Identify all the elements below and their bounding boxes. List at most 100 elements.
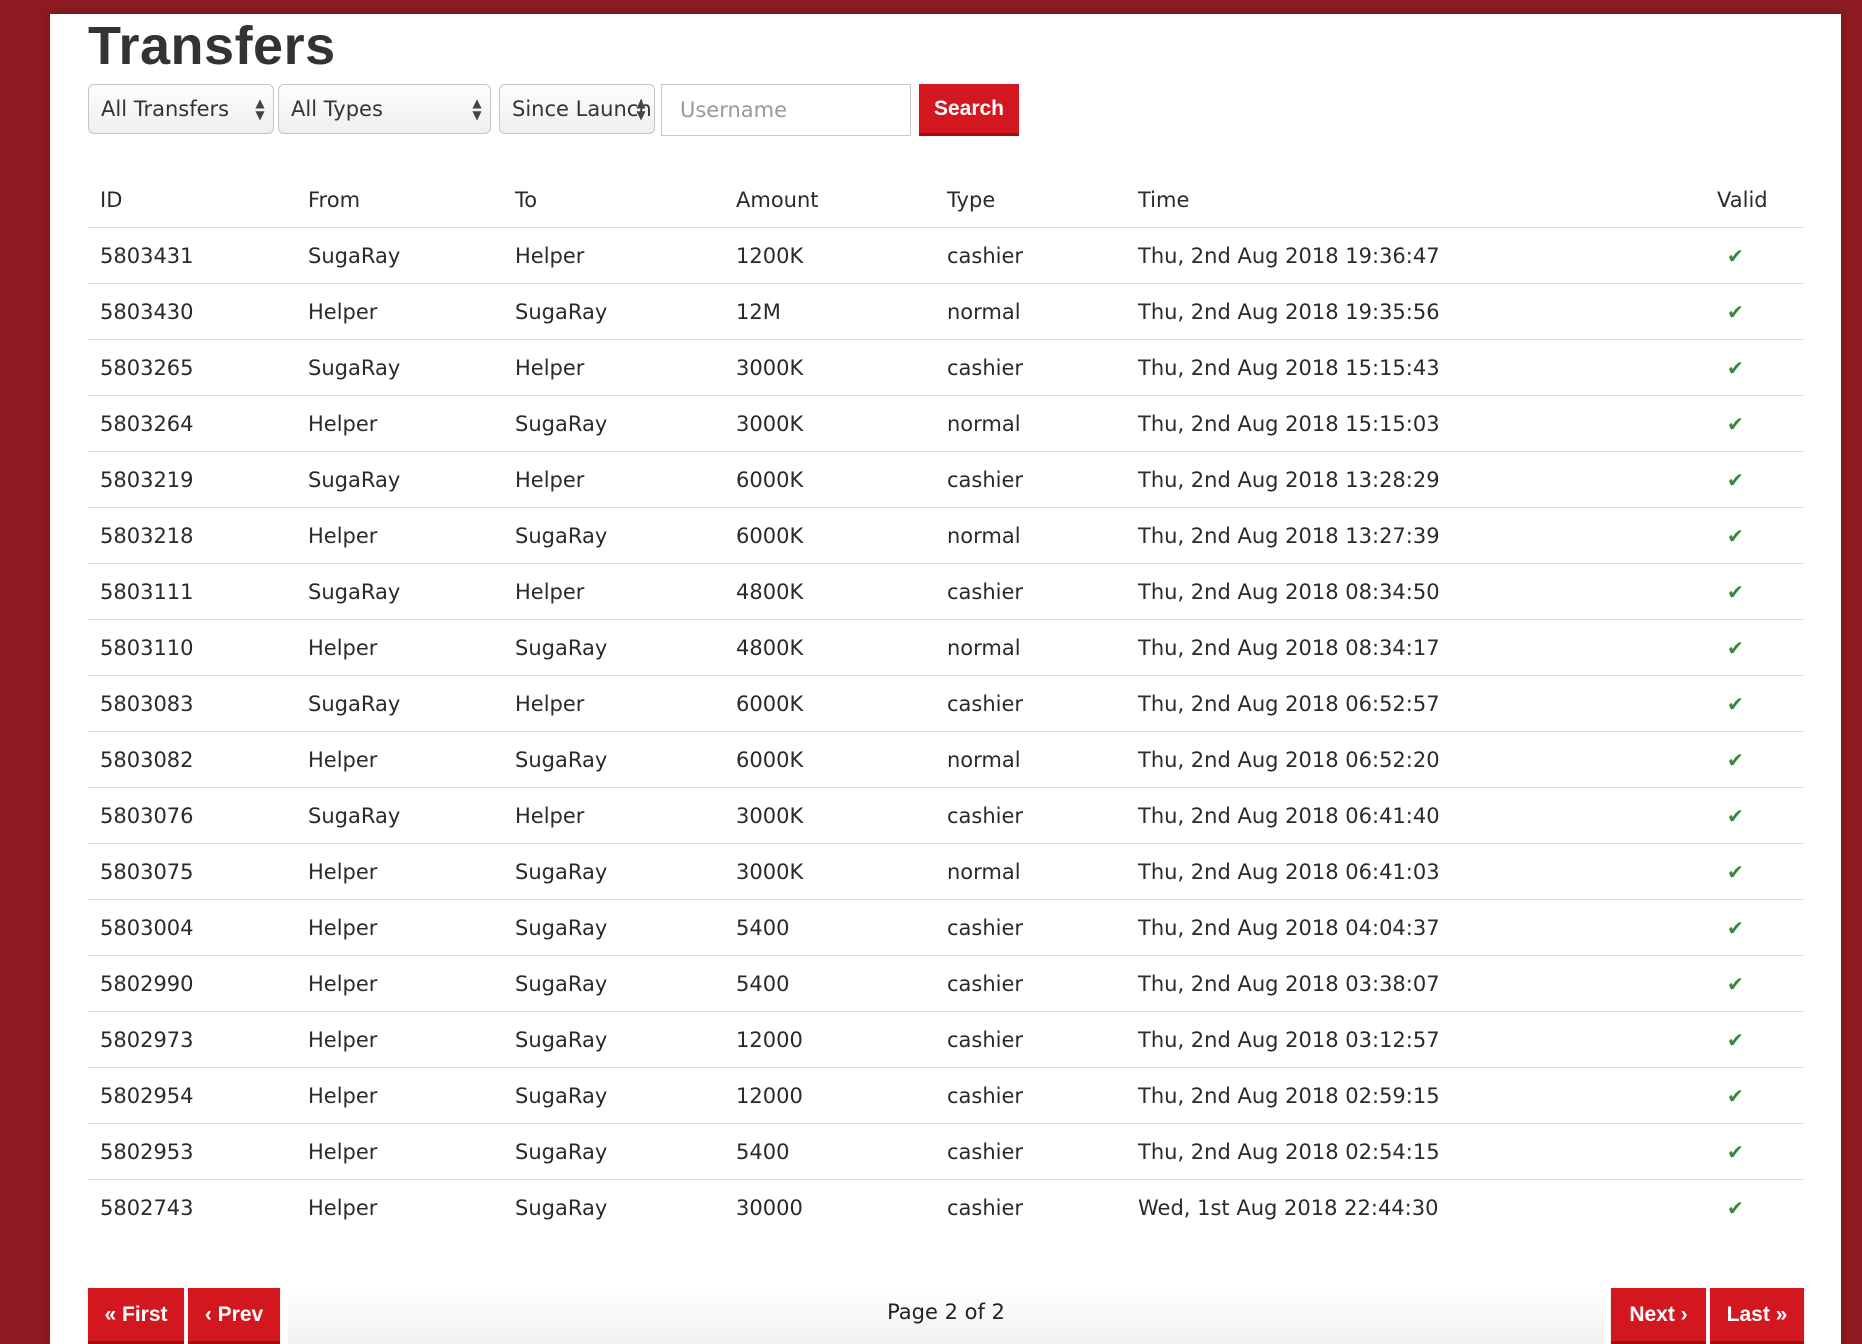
search-button[interactable]: Search: [919, 84, 1019, 136]
username-placeholder: Username: [680, 98, 788, 122]
cell-time: Thu, 2nd Aug 2018 15:15:43: [1126, 339, 1705, 396]
cell-type: cashier: [947, 1195, 1024, 1220]
cell-to: SugaRay: [503, 955, 724, 1012]
transfers-filter-value: All Transfers: [101, 97, 230, 121]
cell-to: Helper: [503, 563, 724, 620]
prev-page-button[interactable]: ‹ Prev: [188, 1288, 280, 1344]
cell-amount: 3000K: [724, 843, 935, 900]
cell-amount: 3000K: [724, 339, 935, 396]
cell-valid: ✔: [1705, 339, 1804, 396]
period-filter-select[interactable]: Since Launch ▲ ▼: [499, 84, 655, 134]
cell-to: SugaRay: [503, 619, 724, 676]
cell-time: Thu, 2nd Aug 2018 03:12:57: [1126, 1011, 1705, 1068]
cell-from: Helper: [296, 899, 503, 956]
cell-amount: 4800K: [724, 563, 935, 620]
cell-valid: ✔: [1705, 1180, 1804, 1236]
cell-time: Thu, 2nd Aug 2018 02:54:15: [1126, 1123, 1705, 1180]
cell-amount: 30000: [736, 1195, 803, 1220]
cell-time: Thu, 2nd Aug 2018 19:35:56: [1126, 283, 1705, 340]
cell-valid: ✔: [1705, 1067, 1804, 1124]
transfers-table: ID From To Amount Type Time Valid 580343…: [88, 172, 1804, 1235]
cell-type: cashier: [935, 899, 1126, 956]
cell-id: 5803082: [88, 731, 296, 788]
check-icon: ✔: [1727, 1083, 1744, 1108]
cell-valid: ✔: [1705, 1011, 1804, 1068]
cell-type: cashier: [935, 1011, 1126, 1068]
cell-valid: ✔: [1705, 675, 1804, 732]
cell-id: 5803218: [88, 507, 296, 564]
cell-amount: 12M: [724, 283, 935, 340]
cell-time: Thu, 2nd Aug 2018 19:36:47: [1126, 227, 1705, 284]
types-filter-value: All Types: [291, 97, 383, 121]
cell-id: 5803264: [88, 395, 296, 452]
cell-from: Helper: [296, 507, 503, 564]
cell-valid: ✔: [1705, 283, 1804, 340]
cell-type: cashier: [935, 955, 1126, 1012]
cell-time: Thu, 2nd Aug 2018 02:59:15: [1126, 1067, 1705, 1124]
cell-type: normal: [935, 507, 1126, 564]
check-icon: ✔: [1727, 747, 1744, 772]
cell-type: normal: [935, 395, 1126, 452]
cell-type: normal: [935, 619, 1126, 676]
cell-valid: ✔: [1705, 899, 1804, 956]
table-row: 5803076 SugaRay Helper 3000K cashier Thu, 2nd…: [88, 787, 1804, 844]
cell-from: Helper: [296, 1067, 503, 1124]
cell-valid: ✔: [1705, 619, 1804, 676]
cell-type: normal: [935, 731, 1126, 788]
cell-id: 5803004: [88, 899, 296, 956]
cell-type: cashier: [935, 451, 1126, 508]
cell-amount: 3000K: [724, 787, 935, 844]
transfers-filter-select[interactable]: All Transfers ▲ ▼: [88, 84, 274, 134]
cell-time: Thu, 2nd Aug 2018 15:15:03: [1126, 395, 1705, 452]
check-icon: ✔: [1727, 915, 1744, 940]
types-filter-select[interactable]: All Types ▲ ▼: [278, 84, 491, 134]
cell-time: Wed, 1st Aug 2018 22:44:30: [1138, 1195, 1439, 1220]
next-page-button[interactable]: Next ›: [1611, 1288, 1706, 1344]
cell-amount: 6000K: [724, 507, 935, 564]
cell-to: Helper: [503, 227, 724, 284]
cell-valid: ✔: [1705, 1123, 1804, 1180]
cell-amount: 5400: [724, 955, 935, 1012]
cell-id: 5803431: [88, 227, 296, 284]
check-icon: ✔: [1727, 635, 1744, 660]
table-row: 5803430 Helper SugaRay 12M normal Thu, 2nd Au…: [88, 283, 1804, 340]
last-page-button[interactable]: Last »: [1710, 1288, 1804, 1344]
table-row: 5802954 Helper SugaRay 12000 cashier Thu, 2nd…: [88, 1067, 1804, 1124]
table-row: 5803265 SugaRay Helper 3000K cashier Thu, 2nd…: [88, 339, 1804, 396]
check-icon: ✔: [1727, 355, 1744, 380]
cell-amount: 6000K: [724, 731, 935, 788]
cell-to: SugaRay: [503, 1067, 724, 1124]
check-icon: ✔: [1727, 1139, 1744, 1164]
table-row: 5802953 Helper SugaRay 5400 cashier Thu, 2nd …: [88, 1123, 1804, 1180]
username-input[interactable]: Username: [661, 84, 911, 136]
table-row: 5803431 SugaRay Helper 1200K cashier Thu, 2nd…: [88, 227, 1804, 284]
cell-id: 5803075: [88, 843, 296, 900]
table-row: 5803110 Helper SugaRay 4800K normal Thu, 2nd …: [88, 619, 1804, 676]
right-background-strip: [1841, 0, 1862, 1344]
column-header-type: Type: [935, 172, 1126, 228]
cell-id: 5802954: [88, 1067, 296, 1124]
table-row: 5803082 Helper SugaRay 6000K normal Thu, 2nd …: [88, 731, 1804, 788]
cell-type: cashier: [935, 563, 1126, 620]
cell-time: Thu, 2nd Aug 2018 08:34:50: [1126, 563, 1705, 620]
cell-type: normal: [935, 843, 1126, 900]
column-header-to: To: [503, 172, 724, 228]
cell-from: SugaRay: [296, 339, 503, 396]
cell-id: 5803083: [88, 675, 296, 732]
cell-from: SugaRay: [296, 227, 503, 284]
cell-type: cashier: [935, 787, 1126, 844]
cell-from: SugaRay: [296, 563, 503, 620]
left-background-strip: [0, 0, 50, 1344]
cell-from: Helper: [308, 1195, 378, 1220]
cell-amount: 5400: [724, 899, 935, 956]
cell-time: Thu, 2nd Aug 2018 06:52:20: [1126, 731, 1705, 788]
cell-valid: ✔: [1705, 955, 1804, 1012]
cell-amount: 5400: [724, 1123, 935, 1180]
check-icon: ✔: [1727, 691, 1744, 716]
first-page-button[interactable]: « First: [88, 1288, 184, 1344]
column-header-time: Time: [1126, 172, 1705, 228]
cell-to: Helper: [503, 451, 724, 508]
cell-to: SugaRay: [503, 395, 724, 452]
cell-valid: ✔: [1705, 787, 1804, 844]
cell-amount: 6000K: [724, 675, 935, 732]
